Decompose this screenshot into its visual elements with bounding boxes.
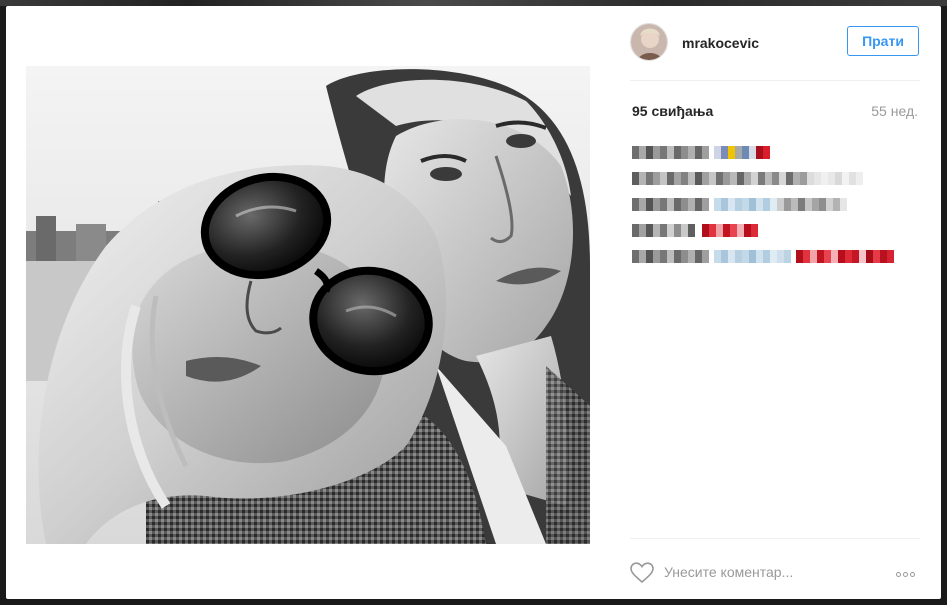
comment-input[interactable]	[664, 560, 874, 584]
pixelated-text	[632, 224, 695, 237]
pixelated-emoji	[796, 250, 894, 263]
avatar-image	[631, 24, 667, 60]
divider	[630, 80, 920, 81]
post-sidebar: mrakocevic Прати 95 свиђања 55 нед.	[630, 6, 920, 599]
pixelated-text	[632, 250, 709, 263]
comment-bar	[630, 552, 920, 590]
post-modal: mrakocevic Прати 95 свиђања 55 нед.	[6, 6, 941, 599]
pixelated-mention	[714, 198, 847, 211]
post-time[interactable]: 55 нед.	[871, 103, 918, 119]
pixelated-text	[632, 198, 709, 211]
comment-item	[632, 218, 920, 244]
pixelated-text	[632, 146, 709, 159]
divider	[630, 538, 920, 539]
post-photo-image	[26, 66, 590, 544]
pixelated-emoji	[714, 146, 770, 159]
follow-button[interactable]: Прати	[847, 26, 919, 56]
comment-item	[632, 140, 920, 166]
pixelated-text	[632, 172, 863, 185]
comment-item	[632, 192, 920, 218]
comment-item	[632, 166, 920, 192]
comment-item	[632, 244, 920, 270]
post-photo[interactable]	[26, 66, 590, 544]
ellipsis-icon[interactable]	[892, 564, 918, 580]
heart-outline-icon[interactable]	[630, 562, 654, 584]
pixelated-emoji	[702, 224, 758, 237]
post-header: mrakocevic Прати	[630, 20, 920, 68]
username-link[interactable]: mrakocevic	[682, 35, 759, 51]
pixelated-mention	[714, 250, 791, 263]
likes-count[interactable]: 95 свиђања	[632, 103, 713, 119]
comments-list	[632, 140, 920, 270]
avatar[interactable]	[630, 23, 668, 61]
